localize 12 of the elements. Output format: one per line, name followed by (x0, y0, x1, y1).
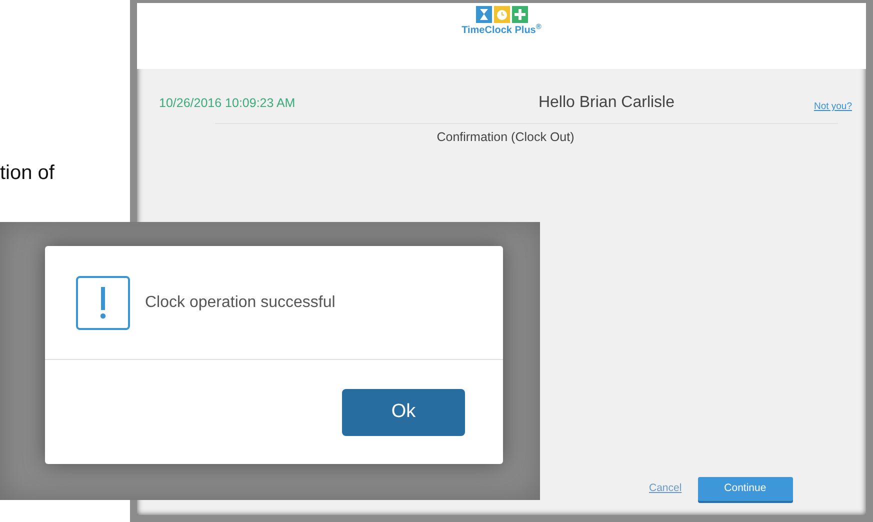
timestamp: 10/26/2016 10:09:23 AM (159, 94, 296, 112)
cancel-link[interactable]: Cancel (649, 481, 682, 497)
body-text: tion of (0, 161, 54, 186)
not-you-link[interactable]: Not you? (814, 100, 852, 114)
logo-text: TimeClock Plus$^{®}$ (462, 23, 542, 38)
greeting-text: Hello Brian Carlisle (538, 93, 674, 113)
dialog-message: Clock operation successful (145, 292, 336, 312)
logo-icon (476, 6, 528, 23)
alert-icon (76, 276, 130, 330)
ok-button[interactable]: Ok (342, 388, 465, 436)
subtitle: Confirmation (Clock Out) (436, 129, 574, 146)
continue-button[interactable]: Continue (698, 477, 793, 501)
